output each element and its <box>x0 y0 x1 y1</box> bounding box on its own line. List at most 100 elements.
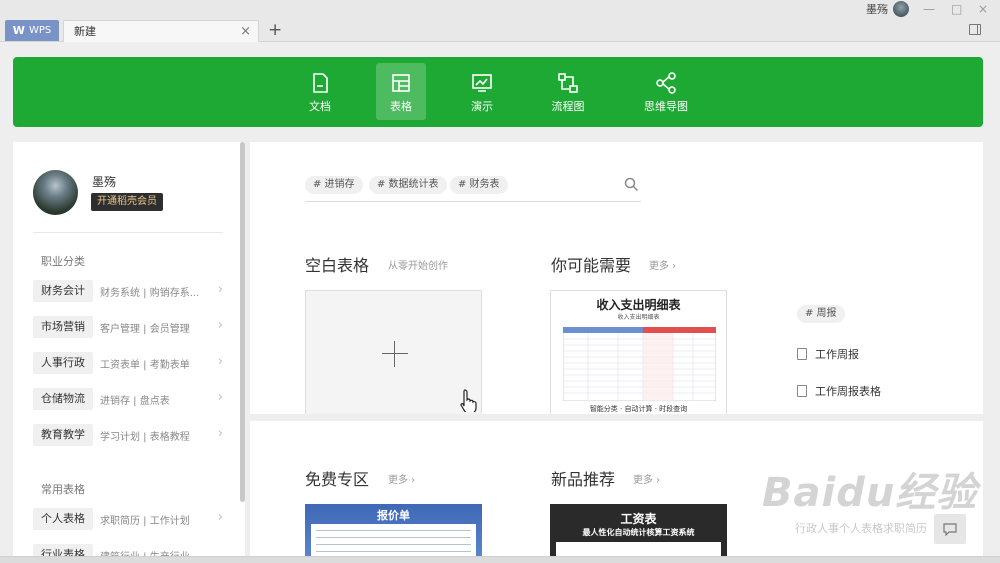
nav-spreadsheet[interactable]: 表格 <box>376 63 426 120</box>
category-subs[interactable]: 求职简历 | 工作计划 <box>100 512 190 527</box>
category-tag[interactable]: 人事行政 <box>33 352 93 374</box>
maybe-more-link[interactable]: 更多 › <box>649 257 676 272</box>
nav-document-label: 文档 <box>309 100 331 113</box>
salary-title: 工资表 <box>620 512 657 526</box>
category-tag[interactable]: 行业表格 <box>33 544 93 556</box>
category-subs[interactable]: 建筑行业 | 生产行业 <box>100 548 190 556</box>
hand-cursor-icon <box>460 389 477 412</box>
tab-new[interactable]: 新建 × <box>63 20 259 42</box>
maybe-title: 你可能需要 <box>551 256 632 275</box>
minimize-icon[interactable]: — <box>923 2 935 16</box>
plus-icon <box>382 353 408 354</box>
template-footer: 智能分类 · 自动计算 · 时段查询 <box>589 405 688 413</box>
add-tab-icon[interactable]: + <box>268 20 282 40</box>
template-subtitle: 收入支出明细表 <box>617 314 660 321</box>
recommend-link[interactable]: 工作周报 <box>797 346 859 362</box>
avatar[interactable] <box>33 170 78 215</box>
new-more-link[interactable]: 更多 › <box>633 471 660 486</box>
tab-close-icon[interactable]: × <box>240 21 251 42</box>
feedback-button[interactable] <box>934 514 966 544</box>
free-more-link[interactable]: 更多 › <box>388 471 415 486</box>
nav-mindmap[interactable]: 思维导图 <box>640 63 692 120</box>
category-row[interactable]: 财务会计 财务系统 | 购销存系... › <box>33 280 228 302</box>
sidebar-toggle-icon[interactable] <box>969 24 981 35</box>
category-subs[interactable]: 进销存 | 盘点表 <box>100 392 170 407</box>
chevron-right-icon: › <box>217 354 223 369</box>
vip-button[interactable]: 开通稻壳会员 <box>91 193 163 211</box>
plus-icon <box>394 341 395 367</box>
more-label: 更多 <box>633 475 653 486</box>
wps-home-tab[interactable]: W WPS <box>5 20 59 41</box>
blank-title: 空白表格 <box>305 256 370 275</box>
user-name-top: 墨殇 <box>866 3 888 16</box>
wps-logo-icon: W <box>12 24 25 37</box>
new-title: 新品推荐 <box>551 470 616 489</box>
document-icon <box>313 73 328 93</box>
chevron-right-icon: › <box>217 510 223 525</box>
category-row[interactable]: 人事行政 工资表单 | 考勤表单 › <box>33 352 228 374</box>
category-row[interactable]: 行业表格 建筑行业 | 生产行业 <box>33 544 228 556</box>
recommend-link-label: 工作周报表格 <box>815 385 881 398</box>
category-subs[interactable]: 财务系统 | 购销存系... <box>100 284 199 299</box>
file-icon <box>797 385 807 397</box>
category-tag[interactable]: 教育教学 <box>33 424 93 446</box>
section-title-career: 职业分类 <box>41 255 85 268</box>
category-subs[interactable]: 客户管理 | 会员管理 <box>100 320 190 335</box>
window-bottom-edge <box>0 556 1000 563</box>
category-row[interactable]: 教育教学 学习计划 | 表格教程 › <box>33 424 228 446</box>
template-card-income[interactable]: 收入支出明细表 收入支出明细表 智能分类 · 自动计算 · 时段查询 <box>550 290 727 414</box>
template-title: 收入支出明细表 <box>596 298 681 312</box>
template-card-salary[interactable]: 工资表 最人性化自动统计核算工资系统 <box>550 504 727 556</box>
tab-new-label: 新建 <box>74 25 96 38</box>
maximize-icon[interactable]: □ <box>951 2 962 16</box>
category-tag[interactable]: 个人表格 <box>33 508 93 530</box>
category-row[interactable]: 个人表格 求职简历 | 工作计划 › <box>33 508 228 530</box>
chevron-right-icon: › <box>217 390 223 405</box>
category-row[interactable]: 仓储物流 进销存 | 盘点表 › <box>33 388 228 410</box>
category-subs[interactable]: 学习计划 | 表格教程 <box>100 428 190 443</box>
chevron-right-icon: › <box>217 282 223 297</box>
recommend-link[interactable]: 工作周报表格 <box>797 383 881 399</box>
close-icon[interactable]: × <box>978 2 988 16</box>
template-card-quote[interactable]: 报价单 <box>305 504 482 556</box>
nav-flowchart-label: 流程图 <box>551 100 585 113</box>
section-separator <box>250 414 983 421</box>
wps-tab-label: WPS <box>28 25 52 36</box>
more-label: 更多 <box>388 475 408 486</box>
category-tag[interactable]: 财务会计 <box>33 280 93 302</box>
nav-mindmap-label: 思维导图 <box>644 100 688 113</box>
file-icon <box>797 348 807 360</box>
sidebar-scrollbar[interactable] <box>240 142 245 502</box>
search-bar[interactable]: # 进销存 # 数据统计表 # 财务表 <box>305 175 641 202</box>
nav-presentation[interactable]: 演示 <box>457 63 507 120</box>
flowchart-icon <box>558 73 578 93</box>
watermark-logo: Baidu经验 <box>762 470 978 516</box>
nav-flowchart[interactable]: 流程图 <box>543 63 593 120</box>
presentation-icon <box>472 74 492 92</box>
category-row[interactable]: 市场营销 客户管理 | 会员管理 › <box>33 316 228 338</box>
recommend-link-label: 工作周报 <box>815 348 859 361</box>
chat-icon <box>943 522 957 536</box>
search-icon[interactable] <box>624 177 639 192</box>
search-tag[interactable]: # 财务表 <box>450 176 508 194</box>
search-tag[interactable]: # 进销存 <box>305 176 363 194</box>
salary-table-preview <box>556 542 721 556</box>
free-title: 免费专区 <box>305 470 370 489</box>
section-title-common: 常用表格 <box>41 483 85 496</box>
nav-presentation-label: 演示 <box>471 100 493 113</box>
salary-subtitle: 最人性化自动统计核算工资系统 <box>582 528 695 537</box>
search-tag[interactable]: # 数据统计表 <box>369 176 447 194</box>
avatar-small <box>893 1 909 17</box>
weekly-tag[interactable]: # 周报 <box>797 305 845 323</box>
blank-spreadsheet-card[interactable] <box>305 290 482 414</box>
category-tag[interactable]: 市场营销 <box>33 316 93 338</box>
quote-title: 报价单 <box>377 509 410 522</box>
category-subs[interactable]: 工资表单 | 考勤表单 <box>100 356 190 371</box>
app-type-bar: 文档 表格 演示 流程图 思维导图 <box>13 57 983 127</box>
quote-table-preview <box>311 524 476 556</box>
chevron-right-icon: › <box>217 318 223 333</box>
user-account[interactable]: 墨殇 <box>866 1 909 17</box>
category-tag[interactable]: 仓储物流 <box>33 388 93 410</box>
nav-document[interactable]: 文档 <box>295 63 345 120</box>
watermark-overlay: 行政人事个人表格求职简历 <box>795 522 927 535</box>
